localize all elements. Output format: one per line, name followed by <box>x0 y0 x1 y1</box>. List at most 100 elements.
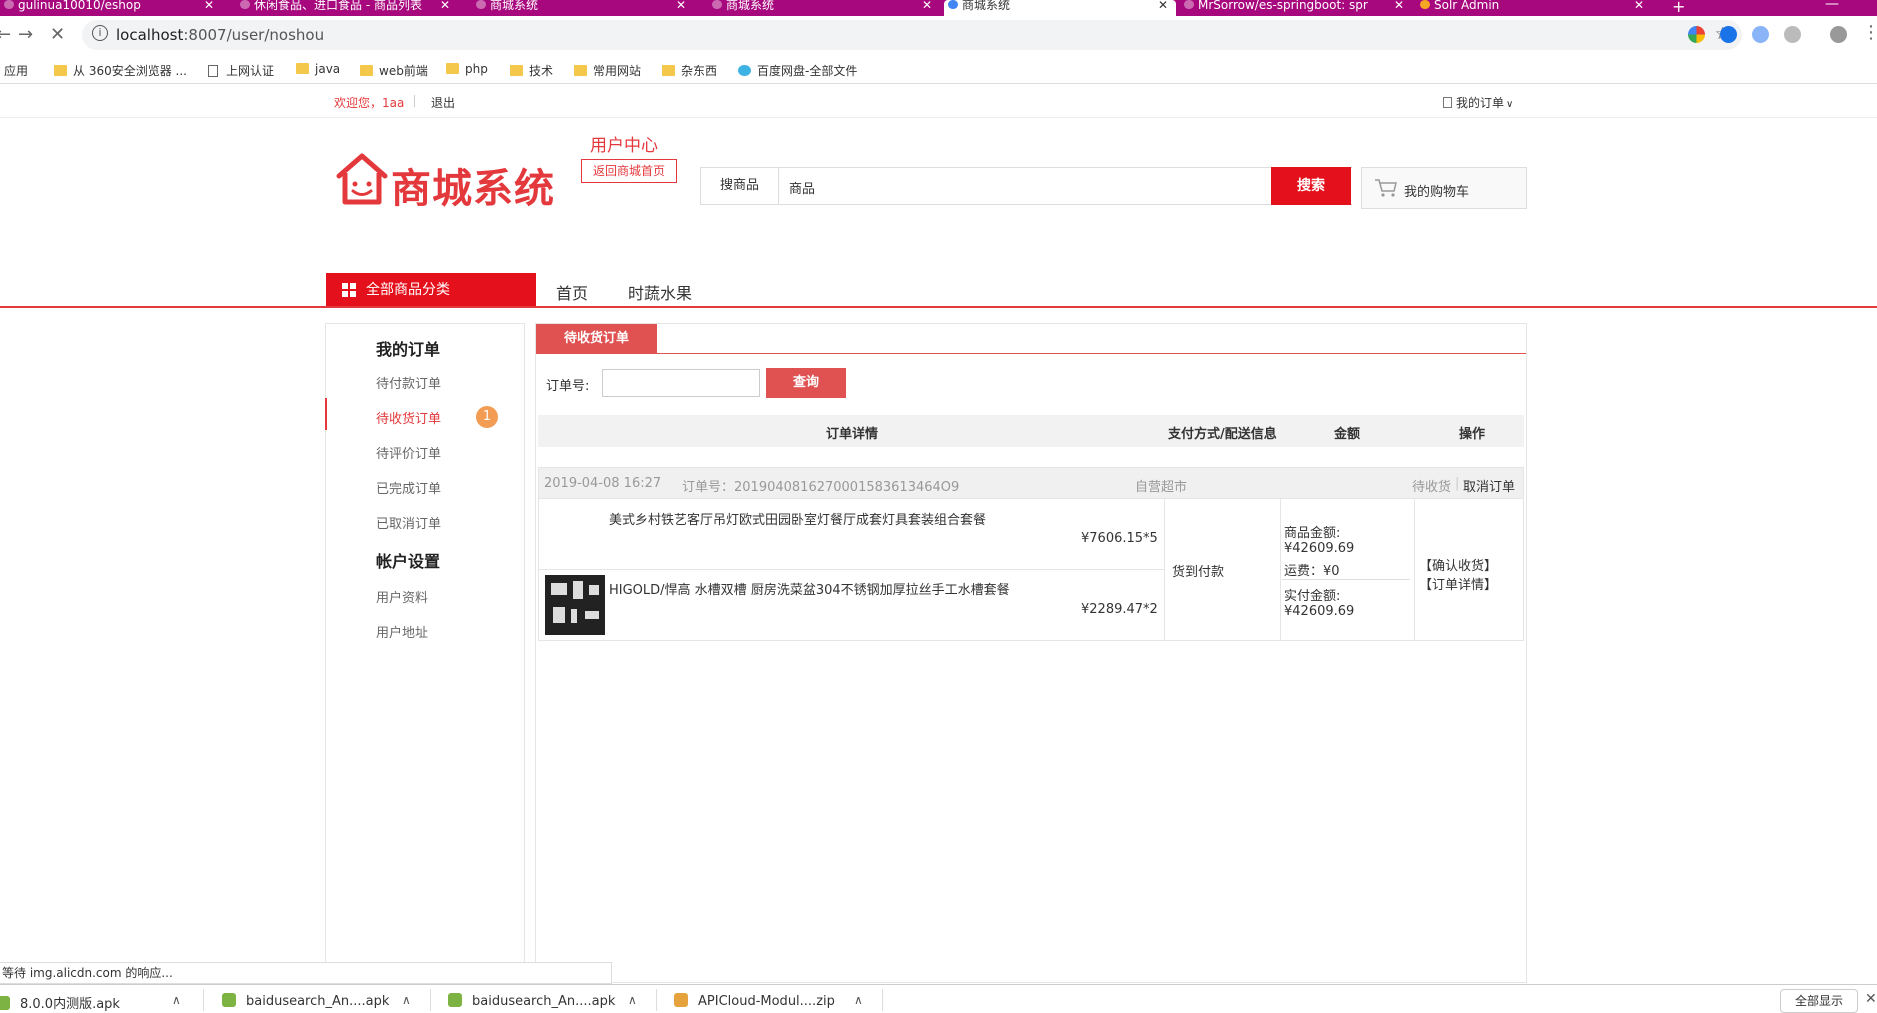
bookmark-apps[interactable]: 应用 <box>4 62 28 79</box>
cancel-order-link[interactable]: 取消订单 <box>1463 476 1515 495</box>
nav-home[interactable]: 首页 <box>556 280 588 304</box>
apk-icon <box>222 993 236 1007</box>
search-button[interactable]: 搜索 <box>1271 167 1351 205</box>
zip-icon <box>674 993 688 1007</box>
close-icon[interactable]: ✕ <box>676 0 686 11</box>
orders-table-header: 订单详情 支付方式/配送信息 金额 操作 <box>538 415 1524 447</box>
divider <box>430 989 431 1011</box>
info-icon[interactable]: i <box>92 25 108 41</box>
close-icon[interactable]: ✕ <box>922 0 932 11</box>
user-sidebar: 我的订单 待付款订单 待收货订单 1 待评价订单 已完成订单 已取消订单 帐户设… <box>325 323 525 963</box>
browser-tab[interactable]: gulinua10010/eshop ✕ <box>0 0 222 16</box>
url-text[interactable]: localhost:8007/user/noshou <box>116 26 324 44</box>
sidebar-item-cancelled[interactable]: 已取消订单 <box>376 513 441 532</box>
nav-fruits-vegetables[interactable]: 时蔬水果 <box>628 280 692 304</box>
address-row: ← → ✕ i localhost:8007/user/noshou ☆ ⋮ <box>0 16 1877 54</box>
payment-method: 货到付款 <box>1172 565 1225 580</box>
close-icon[interactable]: ✕ <box>1634 0 1644 11</box>
site-topbar: 欢迎您，1aa 退出 我的订单 ∨ <box>0 85 1877 118</box>
search-type-select[interactable]: 搜商品 <box>701 168 779 204</box>
orders-panel: 待收货订单 订单号: 查询 订单详情 支付方式/配送信息 金额 操作 2019-… <box>535 323 1527 983</box>
browser-tab[interactable]: Solr Admin ✕ <box>1416 0 1652 16</box>
bookmark-folder[interactable]: 技术 <box>510 62 553 79</box>
menu-icon[interactable]: ⋮ <box>1862 22 1877 43</box>
logout-link[interactable]: 退出 <box>431 94 455 111</box>
stop-icon[interactable]: ✕ <box>50 24 65 45</box>
download-item[interactable]: baidusearch_An....apk ∧ <box>448 993 637 1009</box>
extension-icon[interactable] <box>1752 26 1769 43</box>
apk-icon <box>448 993 462 1007</box>
chevron-up-icon[interactable]: ∧ <box>402 993 411 1007</box>
minimize-icon[interactable]: — <box>1825 0 1839 12</box>
close-icon[interactable]: ✕ <box>440 0 450 11</box>
goods-amount-label: 商品金额: <box>1284 526 1341 541</box>
close-icon[interactable]: ✕ <box>204 0 214 11</box>
product-thumbnail[interactable] <box>545 575 605 635</box>
bookmark-folder[interactable]: 常用网站 <box>574 62 641 79</box>
order-detail-link[interactable]: 【订单详情】 <box>1419 574 1497 593</box>
profile-avatar[interactable] <box>1830 26 1847 43</box>
nav-divider <box>0 306 1877 308</box>
tab-pending-receipt[interactable]: 待收货订单 <box>536 324 657 354</box>
sidebar-item-address[interactable]: 用户地址 <box>376 622 428 641</box>
extension-icon[interactable] <box>1720 26 1737 43</box>
page-icon <box>208 65 218 77</box>
browser-tab[interactable]: 商城系统 ✕ <box>472 0 694 16</box>
user-center-title: 用户中心 <box>590 136 658 156</box>
folder-icon <box>54 65 67 76</box>
browser-tab[interactable]: MrSorrow/es-springboot: spr ✕ <box>1180 0 1412 16</box>
cart-button[interactable]: 我的购物车 <box>1361 167 1527 209</box>
order-status: 待收货 <box>1412 480 1452 495</box>
bookmark-folder[interactable]: php <box>446 62 488 76</box>
sidebar-item-pending-payment[interactable]: 待付款订单 <box>376 373 441 392</box>
new-tab-icon[interactable]: + <box>1672 0 1685 16</box>
product-name[interactable]: HIGOLD/悍高 水槽双槽 厨房洗菜盆304不锈钢加厚拉丝手工水槽套餐 <box>609 579 1010 598</box>
bookmark-folder[interactable]: 从 360安全浏览器 ... <box>54 62 187 79</box>
order-no-input[interactable] <box>602 369 760 397</box>
site-logo[interactable]: 商城系统 <box>335 152 554 212</box>
bookmark-item[interactable]: 百度网盘-全部文件 <box>738 62 857 79</box>
download-item[interactable]: 8.0.0内测版.apk ∧ <box>0 993 181 1012</box>
sidebar-item-pending-review[interactable]: 待评价订单 <box>376 443 441 462</box>
all-categories-button[interactable]: 全部商品分类 <box>326 273 536 307</box>
sidebar-heading-account: 帐户设置 <box>376 552 441 571</box>
browser-tab[interactable]: 休闲食品、进口食品 - 商品列表 ✕ <box>236 0 458 16</box>
show-all-downloads-button[interactable]: 全部显示 <box>1780 989 1858 1013</box>
chevron-up-icon[interactable]: ∧ <box>628 993 637 1007</box>
sidebar-item-profile[interactable]: 用户资料 <box>376 587 428 606</box>
bookmark-folder[interactable]: java <box>296 62 340 76</box>
column-header-detail: 订单详情 <box>826 427 879 442</box>
address-bar[interactable]: i localhost:8007/user/noshou ☆ <box>82 20 1742 50</box>
chevron-up-icon[interactable]: ∧ <box>854 993 863 1007</box>
bookmark-item[interactable]: 上网认证 <box>208 62 274 79</box>
sidebar-heading-orders: 我的订单 <box>376 340 441 359</box>
page-icon <box>240 0 250 9</box>
sidebar-item-pending-receipt[interactable]: 待收货订单 <box>376 408 441 427</box>
download-item[interactable]: APICloud-Modul....zip ∧ <box>674 993 863 1009</box>
back-home-button[interactable]: 返回商城首页 <box>581 159 677 183</box>
sidebar-item-completed[interactable]: 已完成订单 <box>376 478 441 497</box>
extension-icon[interactable] <box>1688 26 1705 43</box>
order-doc-icon <box>1443 97 1452 108</box>
bookmark-folder[interactable]: 杂东西 <box>662 62 717 79</box>
chevron-up-icon[interactable]: ∧ <box>172 993 181 1007</box>
close-icon[interactable]: ✕ <box>1394 0 1404 11</box>
bookmark-folder[interactable]: web前端 <box>360 62 428 79</box>
product-price: ¥7606.15*5 <box>1081 531 1158 546</box>
extension-icon[interactable] <box>1784 26 1801 43</box>
my-orders-link[interactable]: 我的订单 ∨ <box>1443 94 1513 111</box>
product-name[interactable]: 美式乡村铁艺客厅吊灯欧式田园卧室灯餐厅成套灯具套装组合套餐 <box>609 509 986 528</box>
search-input[interactable] <box>789 176 1269 198</box>
close-icon[interactable]: ✕ <box>1865 991 1877 1007</box>
query-button[interactable]: 查询 <box>766 368 846 398</box>
confirm-receipt-link[interactable]: 【确认收货】 <box>1419 555 1497 574</box>
browser-tab-active[interactable]: 商城系统 ✕ <box>944 0 1176 16</box>
close-icon[interactable]: ✕ <box>1158 0 1168 11</box>
forward-icon[interactable]: → <box>18 24 33 45</box>
browser-tab[interactable]: 商城系统 ✕ <box>708 0 940 16</box>
divider <box>414 95 415 107</box>
download-item[interactable]: baidusearch_An....apk ∧ <box>222 993 411 1009</box>
back-icon[interactable]: ← <box>0 24 11 45</box>
store-name[interactable]: 自营超市 <box>1135 476 1187 495</box>
logo-text: 商城系统 <box>391 166 555 212</box>
